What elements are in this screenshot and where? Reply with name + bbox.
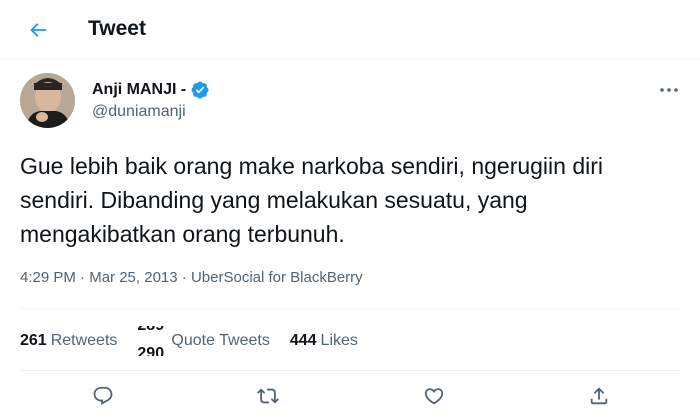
quote-count-bottom: 290 <box>137 345 165 356</box>
verified-badge-icon <box>190 80 210 100</box>
back-button[interactable] <box>20 12 56 48</box>
author-name-row: Anji MANJI - <box>92 80 210 100</box>
meta-separator: · <box>75 269 90 286</box>
likes-stat[interactable]: 444 Likes <box>290 332 358 350</box>
quote-tweets-count: 289 290 <box>137 326 167 356</box>
tweet-text: Gue lebih baik orang make narkoba sendir… <box>20 153 604 247</box>
more-horizontal-icon <box>660 88 678 92</box>
divider <box>20 370 680 371</box>
page-title: Tweet <box>88 17 146 40</box>
tweet-stats: 261 Retweets 289 290 Quote Tweets 444 Li… <box>20 321 378 361</box>
quote-count-top: 289 <box>137 326 164 335</box>
retweet-icon <box>257 388 279 404</box>
share-icon <box>590 387 608 405</box>
share-button[interactable] <box>585 382 613 410</box>
tweet-actions <box>0 372 700 419</box>
quote-tweets-label: Quote Tweets <box>171 332 270 349</box>
meta-separator: · <box>177 269 191 286</box>
reply-button[interactable] <box>89 382 117 410</box>
tweet-meta: 4:29 PM · Mar 25, 2013 · UberSocial for … <box>20 269 363 286</box>
retweets-label: Retweets <box>50 332 118 349</box>
retweet-button[interactable] <box>254 382 282 410</box>
avatar[interactable] <box>20 73 75 128</box>
tweet-source[interactable]: UberSocial for BlackBerry <box>191 269 363 286</box>
heart-icon <box>424 388 444 405</box>
likes-count: 444 <box>289 332 317 349</box>
tweet-time[interactable]: 4:29 PM <box>20 269 76 286</box>
tweet-header: Tweet <box>0 0 700 60</box>
arrow-left-icon <box>30 23 47 37</box>
like-button[interactable] <box>420 382 448 410</box>
author-display-name[interactable]: Anji MANJI - <box>92 81 186 99</box>
quote-tweets-stat[interactable]: 289 290 Quote Tweets <box>137 326 269 356</box>
author-handle[interactable]: @duniamanji <box>92 103 186 121</box>
more-options-button[interactable] <box>655 80 683 100</box>
likes-label: Likes <box>320 332 358 349</box>
reply-icon <box>93 386 113 405</box>
divider <box>20 308 680 309</box>
retweets-stat[interactable]: 261 Retweets <box>20 332 117 350</box>
retweets-count: 261 <box>20 332 47 349</box>
tweet-date[interactable]: Mar 25, 2013 <box>89 269 177 286</box>
